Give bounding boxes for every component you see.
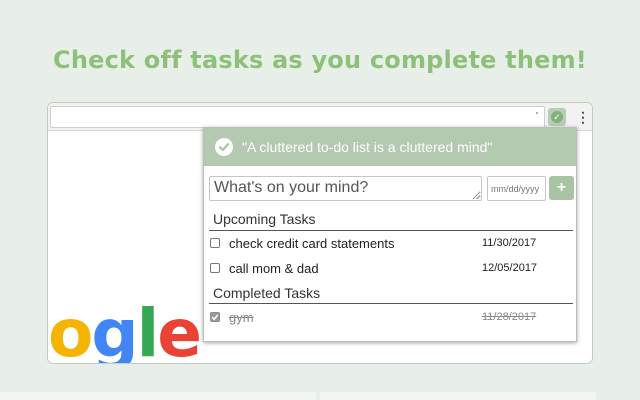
footer-panel	[0, 392, 316, 400]
task-name: gym	[229, 309, 254, 325]
section-divider	[209, 230, 573, 231]
task-row: check credit card statements 11/30/2017	[210, 234, 550, 252]
task-checkbox[interactable]	[210, 312, 220, 322]
upcoming-tasks-title: Upcoming Tasks	[213, 211, 316, 227]
task-name: call mom & dad	[229, 260, 319, 276]
task-checkbox[interactable]	[210, 263, 220, 273]
todo-popup: "A cluttered to-do list is a cluttered m…	[203, 127, 577, 342]
resize-grip-icon[interactable]	[473, 192, 480, 199]
address-bar[interactable]	[50, 106, 545, 128]
task-input[interactable]	[209, 176, 482, 201]
task-date: 11/28/2017	[482, 311, 537, 323]
new-task-row: +	[209, 176, 574, 202]
footer-panel	[320, 392, 596, 400]
google-logo: ogle	[48, 289, 202, 364]
headline: Check off tasks as you complete them!	[53, 46, 587, 74]
logo-letter: l	[136, 295, 160, 364]
logo-letter: g	[91, 295, 138, 364]
task-date: 12/05/2017	[482, 262, 538, 274]
task-row: gym 11/28/2017	[210, 308, 550, 326]
check-circle-icon: ✓	[551, 111, 563, 123]
logo-letter: o	[48, 295, 93, 364]
add-task-button[interactable]: +	[549, 176, 574, 200]
popup-header: "A cluttered to-do list is a cluttered m…	[204, 128, 576, 166]
task-date: 11/30/2017	[482, 237, 537, 249]
check-circle-icon	[215, 138, 233, 156]
completed-tasks-title: Completed Tasks	[213, 285, 321, 301]
section-divider	[209, 303, 573, 304]
header-quote: "A cluttered to-do list is a cluttered m…	[242, 139, 493, 155]
menu-kebab-icon[interactable]: ⋮	[576, 109, 590, 125]
address-bar-indicator	[536, 112, 538, 114]
date-input[interactable]	[487, 176, 546, 201]
extension-button[interactable]: ✓	[548, 108, 566, 126]
task-row: call mom & dad 12/05/2017	[210, 259, 550, 277]
task-checkbox[interactable]	[210, 238, 220, 248]
task-name: check credit card statements	[229, 235, 395, 251]
logo-letter: e	[157, 295, 202, 364]
